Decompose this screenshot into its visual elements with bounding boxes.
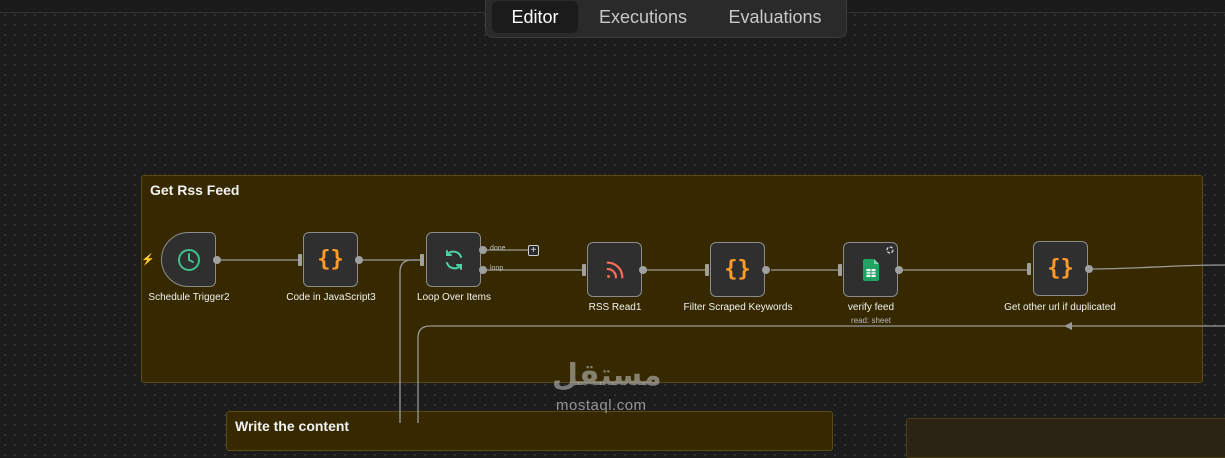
connection-return-loop (417, 325, 1225, 423)
clock-icon (162, 233, 215, 286)
node-label: Code in JavaScript3 (286, 292, 376, 303)
output-port[interactable] (213, 256, 221, 264)
output-port[interactable] (762, 266, 770, 274)
node-rss-read[interactable] (587, 242, 642, 297)
node-label: verify feed (847, 302, 895, 313)
watermark-logo: مستقل (552, 358, 662, 393)
output-port[interactable] (1085, 265, 1093, 273)
node-label: RSS Read1 (588, 302, 642, 313)
rss-icon (588, 243, 641, 296)
node-get-other-url[interactable]: {} (1033, 241, 1088, 296)
node-schedule-trigger[interactable] (161, 232, 216, 287)
output-label-loop: loop (490, 265, 504, 272)
output-port[interactable] (355, 256, 363, 264)
refresh-icon (886, 246, 894, 254)
code-braces-icon: {} (724, 257, 751, 282)
input-port[interactable] (420, 254, 424, 266)
node-code-javascript[interactable]: {} (303, 232, 358, 287)
input-port[interactable] (582, 264, 586, 276)
trigger-bolt-icon: ⚡ (141, 254, 155, 266)
input-port[interactable] (298, 254, 302, 266)
input-port[interactable] (838, 264, 842, 276)
sticky-note-right[interactable] (906, 418, 1225, 458)
node-label: Loop Over Items (417, 292, 491, 303)
connection-geturl-out (1088, 264, 1225, 270)
loop-arrows-icon (427, 233, 480, 286)
node-loop-over-items[interactable] (426, 232, 481, 287)
output-port[interactable] (639, 266, 647, 274)
output-label-done: done (490, 245, 506, 252)
add-node-button[interactable]: + (528, 245, 539, 256)
connection-into-loop (399, 259, 420, 423)
node-label: Get other url if duplicated (1004, 302, 1116, 313)
input-port[interactable] (1027, 263, 1031, 275)
node-label: Filter Scraped Keywords (683, 302, 793, 313)
input-port[interactable] (705, 264, 709, 276)
node-sublabel: read: sheet (850, 316, 892, 325)
node-label: Schedule Trigger2 (148, 292, 230, 303)
output-port[interactable] (895, 266, 903, 274)
code-braces-icon: {} (317, 247, 344, 272)
node-filter-scraped-keywords[interactable]: {} (710, 242, 765, 297)
watermark-text: mostaql.com (556, 397, 647, 414)
code-braces-icon: {} (1047, 256, 1074, 281)
output-port-done[interactable] (479, 246, 487, 254)
output-port-loop[interactable] (479, 266, 487, 274)
node-verify-feed[interactable] (843, 242, 898, 297)
